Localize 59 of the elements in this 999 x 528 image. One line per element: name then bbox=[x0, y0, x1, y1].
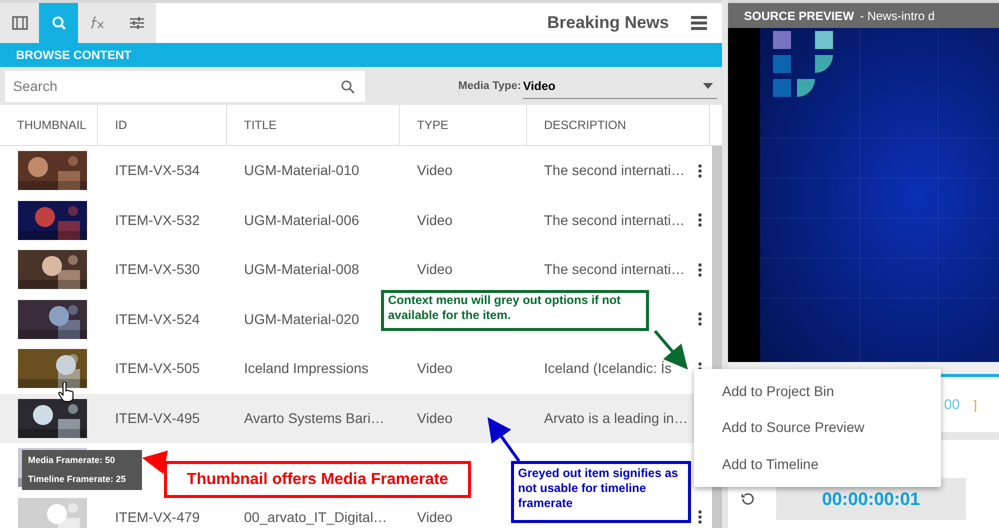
table-cell: UGM-Material-010 bbox=[244, 162, 360, 178]
tooltip-text: Timeline Framerate: 25 bbox=[28, 472, 127, 486]
media-type-label: Media Type: bbox=[458, 78, 521, 94]
table-cell: Video bbox=[417, 212, 453, 228]
table-cell: UGM-Material-008 bbox=[244, 261, 360, 278]
table-cell: Video bbox=[417, 508, 453, 525]
table-cell: UGM-Material-006 bbox=[244, 212, 360, 228]
tooltip-text: Media Framerate: 50 bbox=[28, 454, 116, 467]
marker-bracket: ] bbox=[974, 396, 977, 414]
callout-tooltip: Greyed out item signifies as not usable for timeline framerate bbox=[511, 461, 691, 523]
time-display: 00 bbox=[944, 395, 960, 414]
column-header: THUMBNAIL bbox=[0, 105, 98, 145]
more-options-icon[interactable] bbox=[698, 312, 702, 326]
section-title: BROWSE CONTENT bbox=[16, 47, 132, 64]
table-cell: The second internati… bbox=[544, 261, 685, 278]
column-header: DESCRIPTION bbox=[527, 105, 710, 145]
table-cell: Video bbox=[417, 360, 453, 376]
search-field[interactable]: Search bbox=[5, 70, 365, 102]
preview-title: SOURCE PREVIEW bbox=[744, 8, 854, 24]
table-cell: The second internati… bbox=[544, 212, 685, 228]
table-cell: Avarto Systems Bari… bbox=[244, 410, 385, 426]
callout-tooltip: Thumbnail offers Media Framerate bbox=[164, 461, 471, 498]
column-header: TYPE bbox=[400, 105, 527, 145]
table-cell: Iceland (Icelandic: Ís bbox=[544, 360, 672, 376]
hand-cursor-icon bbox=[58, 382, 74, 402]
film-icon bbox=[10, 14, 28, 32]
callout-tooltip: Context menu will grey out options if not available for the item. bbox=[381, 290, 649, 331]
table-cell: Video bbox=[417, 410, 453, 426]
callout-arrow bbox=[488, 417, 520, 462]
dropdown-caret-icon bbox=[703, 82, 713, 88]
clip-name: - News-intro d bbox=[860, 8, 935, 24]
table-cell: ITEM-VX-524 bbox=[115, 310, 200, 327]
table-cell: 00_arvato_IT_Digital… bbox=[244, 508, 388, 525]
table-cell: ITEM-VX-532 bbox=[115, 212, 200, 228]
menu-icon[interactable] bbox=[691, 16, 707, 30]
media-type-dropdown[interactable]: Video bbox=[523, 73, 717, 99]
table-cell: ITEM-VX-479 bbox=[115, 508, 200, 525]
reset-icon[interactable] bbox=[740, 491, 756, 507]
table-cell: UGM-Material-020 bbox=[244, 310, 360, 327]
table-cell: ITEM-VX-495 bbox=[115, 410, 200, 426]
table-cell: ITEM-VX-534 bbox=[115, 162, 200, 178]
column-header: TITLE bbox=[227, 105, 400, 145]
more-options-icon[interactable] bbox=[698, 213, 702, 228]
table-cell: Iceland Impressions bbox=[244, 360, 369, 376]
table-cell: ITEM-VX-530 bbox=[115, 261, 200, 278]
column-header: ID bbox=[98, 105, 227, 145]
project-title: Breaking News bbox=[547, 12, 669, 34]
search-icon bbox=[50, 14, 68, 32]
table-cell: Arvato is a leading in… bbox=[544, 410, 688, 426]
table-cell: Video bbox=[417, 261, 453, 278]
callout-arrow bbox=[142, 450, 168, 474]
table-cell: The second internati… bbox=[544, 162, 685, 178]
more-options-icon[interactable] bbox=[698, 164, 702, 178]
search-icon bbox=[341, 80, 355, 94]
table-cell: Video bbox=[417, 162, 453, 178]
sliders-icon bbox=[128, 14, 146, 32]
more-options-icon[interactable] bbox=[698, 262, 702, 277]
table-cell: ITEM-VX-505 bbox=[115, 360, 200, 376]
more-options-icon[interactable] bbox=[698, 510, 702, 524]
